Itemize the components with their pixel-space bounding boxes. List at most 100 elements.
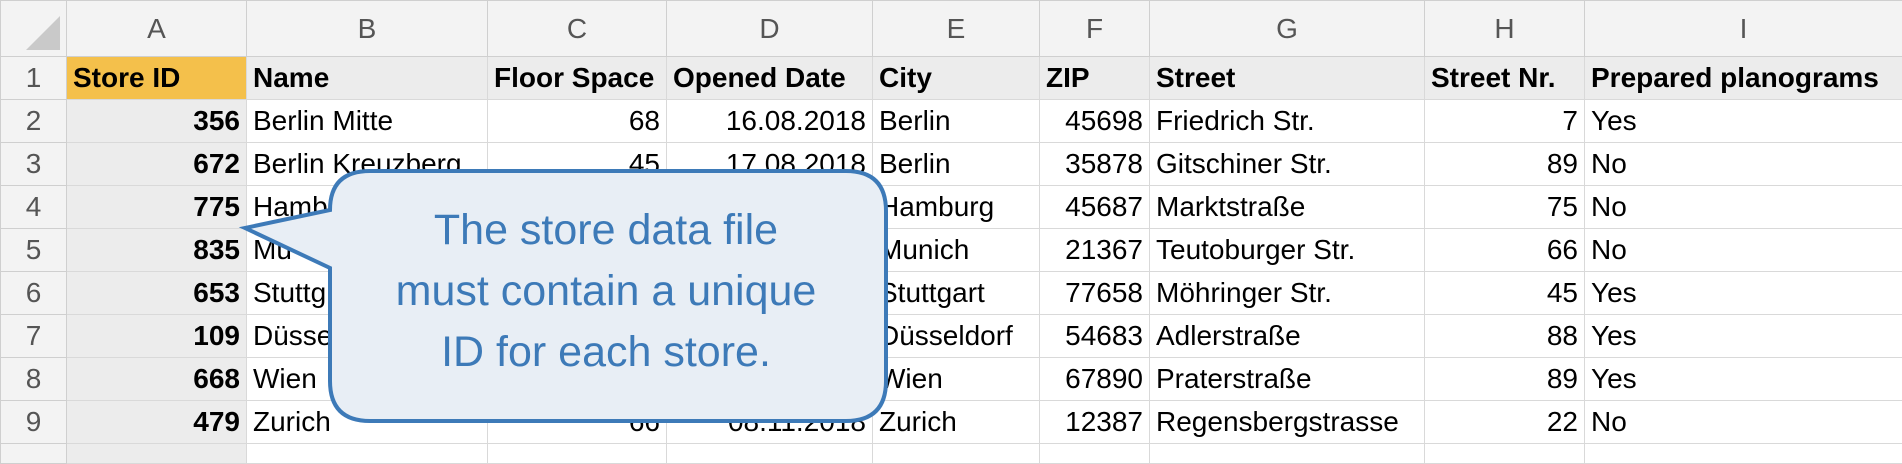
- cell[interactable]: Regensbergstrasse: [1150, 401, 1425, 444]
- cell[interactable]: Berlin: [873, 100, 1040, 143]
- cell[interactable]: Hamburg: [873, 186, 1040, 229]
- table-row: 6653StuttgStuttgart77658Möhringer Str.45…: [1, 272, 1902, 315]
- cell[interactable]: 45687: [1040, 186, 1150, 229]
- cell[interactable]: 45698: [1040, 100, 1150, 143]
- cell[interactable]: Yes: [1585, 315, 1902, 358]
- store-id-cell[interactable]: 668: [67, 358, 247, 401]
- cell[interactable]: 75: [1425, 186, 1585, 229]
- column-header-i[interactable]: I: [1585, 1, 1902, 57]
- cell[interactable]: 89: [1425, 358, 1585, 401]
- store-id-cell[interactable]: 479: [67, 401, 247, 444]
- cell[interactable]: 17.08.2018: [667, 143, 873, 186]
- select-all-corner[interactable]: [1, 1, 67, 57]
- cell[interactable]: Berlin Kreuzberg: [247, 143, 488, 186]
- header-cell-floor-space[interactable]: Floor Space: [488, 57, 667, 100]
- store-id-cell[interactable]: 775: [67, 186, 247, 229]
- header-cell-prepared-planograms[interactable]: Prepared planograms: [1585, 57, 1902, 100]
- cell[interactable]: [1150, 444, 1425, 464]
- cell[interactable]: Zurich: [873, 401, 1040, 444]
- cell[interactable]: Gitschiner Str.: [1150, 143, 1425, 186]
- cell[interactable]: [247, 444, 488, 464]
- cell[interactable]: Yes: [1585, 100, 1902, 143]
- header-cell-city[interactable]: City: [873, 57, 1040, 100]
- cell[interactable]: 66: [488, 401, 667, 444]
- cell[interactable]: No: [1585, 186, 1902, 229]
- cell[interactable]: 08.11.2018: [667, 401, 873, 444]
- cell[interactable]: Adlerstraße: [1150, 315, 1425, 358]
- store-id-cell[interactable]: 356: [67, 100, 247, 143]
- cell[interactable]: No: [1585, 143, 1902, 186]
- cell[interactable]: 89: [1425, 143, 1585, 186]
- store-id-cell[interactable]: 835: [67, 229, 247, 272]
- row-header[interactable]: [1, 444, 67, 464]
- cell[interactable]: 45: [488, 143, 667, 186]
- row-header[interactable]: 6: [1, 272, 67, 315]
- column-header-a[interactable]: A: [67, 1, 247, 57]
- cell[interactable]: 12387: [1040, 401, 1150, 444]
- cell[interactable]: [1040, 444, 1150, 464]
- header-cell-opened-date[interactable]: Opened Date: [667, 57, 873, 100]
- cell[interactable]: Möhringer Str.: [1150, 272, 1425, 315]
- cell[interactable]: 54683: [1040, 315, 1150, 358]
- row-header[interactable]: 5: [1, 229, 67, 272]
- column-header-c[interactable]: C: [488, 1, 667, 57]
- cell[interactable]: [488, 444, 667, 464]
- cell[interactable]: 67890: [1040, 358, 1150, 401]
- cell[interactable]: Munich: [873, 229, 1040, 272]
- row-header[interactable]: 2: [1, 100, 67, 143]
- cell[interactable]: Teutoburger Str.: [1150, 229, 1425, 272]
- cell[interactable]: No: [1585, 401, 1902, 444]
- column-header-row: A B C D E F G H I: [1, 1, 1902, 57]
- header-cell-street-nr[interactable]: Street Nr.: [1425, 57, 1585, 100]
- column-header-d[interactable]: D: [667, 1, 873, 57]
- row-header[interactable]: 8: [1, 358, 67, 401]
- cell[interactable]: 45: [1425, 272, 1585, 315]
- cell[interactable]: [1585, 444, 1902, 464]
- cell[interactable]: Berlin: [873, 143, 1040, 186]
- cell[interactable]: 88: [1425, 315, 1585, 358]
- cell[interactable]: Stuttgart: [873, 272, 1040, 315]
- cell[interactable]: 21367: [1040, 229, 1150, 272]
- cell[interactable]: 16.08.2018: [667, 100, 873, 143]
- store-id-cell[interactable]: 109: [67, 315, 247, 358]
- cell[interactable]: [667, 444, 873, 464]
- cell[interactable]: Marktstraße: [1150, 186, 1425, 229]
- cell[interactable]: 66: [1425, 229, 1585, 272]
- cell[interactable]: Zurich: [247, 401, 488, 444]
- cell[interactable]: Düsseldorf: [873, 315, 1040, 358]
- store-id-cell[interactable]: 653: [67, 272, 247, 315]
- cell[interactable]: 77658: [1040, 272, 1150, 315]
- cell[interactable]: Praterstraße: [1150, 358, 1425, 401]
- cell[interactable]: 22: [1425, 401, 1585, 444]
- cell[interactable]: No: [1585, 229, 1902, 272]
- header-cell-name[interactable]: Name: [247, 57, 488, 100]
- callout-text: The store data file must contain a uniqu…: [336, 200, 876, 383]
- cell[interactable]: Wien: [873, 358, 1040, 401]
- row-header[interactable]: 9: [1, 401, 67, 444]
- table-body: 2356Berlin Mitte6816.08.2018Berlin45698F…: [1, 100, 1902, 444]
- cell[interactable]: [67, 444, 247, 464]
- row-header[interactable]: 3: [1, 143, 67, 186]
- column-header-e[interactable]: E: [873, 1, 1040, 57]
- cell[interactable]: Yes: [1585, 272, 1902, 315]
- cell[interactable]: 7: [1425, 100, 1585, 143]
- cell[interactable]: Friedrich Str.: [1150, 100, 1425, 143]
- cell[interactable]: 35878: [1040, 143, 1150, 186]
- column-header-h[interactable]: H: [1425, 1, 1585, 57]
- column-header-b[interactable]: B: [247, 1, 488, 57]
- cell[interactable]: Yes: [1585, 358, 1902, 401]
- row-header[interactable]: 7: [1, 315, 67, 358]
- cell[interactable]: Berlin Mitte: [247, 100, 488, 143]
- cell[interactable]: 68: [488, 100, 667, 143]
- store-id-cell[interactable]: 672: [67, 143, 247, 186]
- row-header[interactable]: 1: [1, 57, 67, 100]
- header-cell-street[interactable]: Street: [1150, 57, 1425, 100]
- column-header-f[interactable]: F: [1040, 1, 1150, 57]
- cell[interactable]: [1425, 444, 1585, 464]
- header-cell-zip[interactable]: ZIP: [1040, 57, 1150, 100]
- table-row: 2356Berlin Mitte6816.08.2018Berlin45698F…: [1, 100, 1902, 143]
- cell[interactable]: [873, 444, 1040, 464]
- header-cell-store-id[interactable]: Store ID: [67, 57, 247, 100]
- column-header-g[interactable]: G: [1150, 1, 1425, 57]
- row-header[interactable]: 4: [1, 186, 67, 229]
